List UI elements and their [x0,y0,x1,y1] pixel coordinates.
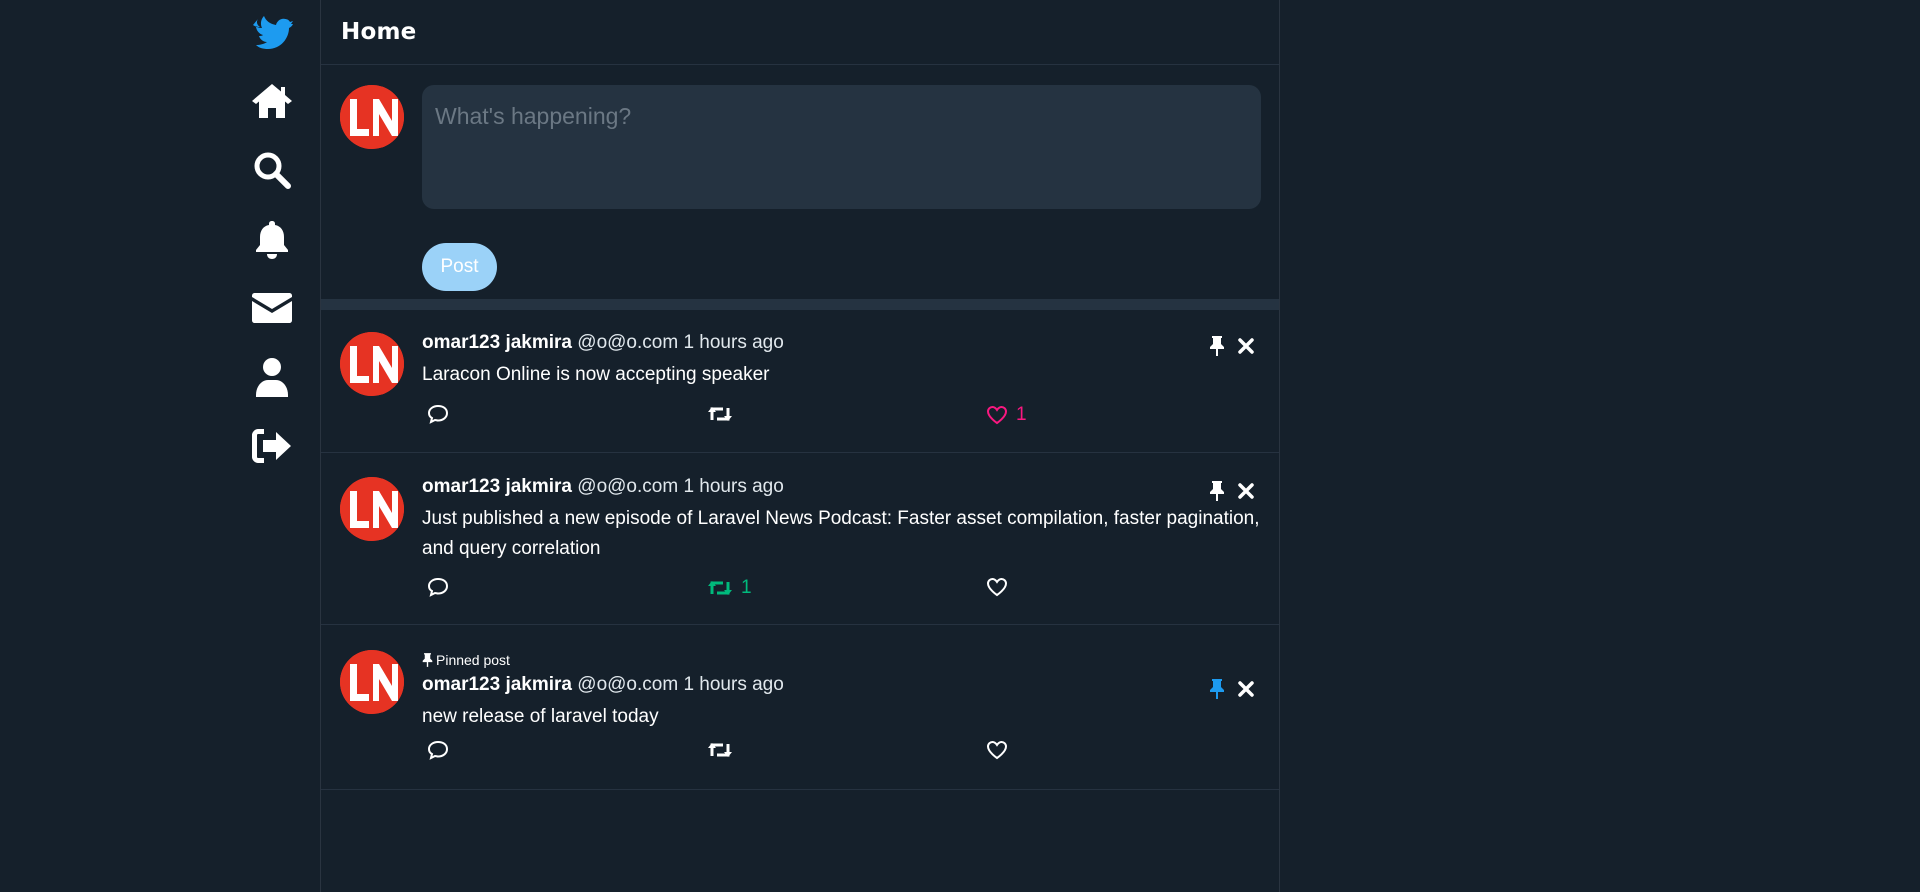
author-handle: @o@o.com [577,674,679,695]
retweet-button[interactable] [707,404,741,424]
laravel-news-logo-icon [340,650,404,714]
reply-button[interactable] [427,577,449,597]
sidebar-item-home[interactable] [244,73,300,129]
sidebar-item-explore[interactable] [244,142,300,198]
laravel-news-logo-icon [340,85,404,149]
heart-icon [986,740,1008,760]
laravel-news-logo-icon [340,477,404,541]
like-button[interactable] [986,577,1016,597]
comment-icon [427,404,449,424]
page-title: Home [341,19,417,45]
avatar [340,332,404,396]
envelope-icon [252,293,292,323]
delete-button[interactable] [1235,678,1257,700]
close-icon [1238,681,1254,697]
tweet-text: Just published a new episode of Laravel … [422,508,1260,559]
user-icon [256,358,288,397]
tweet-header: omar123 jakmira @o@o.com 1 hours ago [422,674,784,696]
comment-icon [427,577,449,597]
heart-icon [986,577,1008,597]
reply-button[interactable] [427,740,449,760]
post-button[interactable]: Post [422,243,497,291]
pin-button[interactable] [1206,335,1228,357]
like-button[interactable]: 1 [986,404,1027,426]
comment-icon [427,740,449,760]
tweet-time: 1 hours ago [683,476,784,497]
retweet-button[interactable] [707,740,741,760]
sidebar-nav [230,0,320,892]
close-icon [1238,483,1254,499]
tweet-header: omar123 jakmira @o@o.com 1 hours ago [422,332,784,354]
author-name[interactable]: omar123 jakmira [422,332,572,353]
tweet: omar123 jakmira @o@o.com 1 hours ago Lar… [321,310,1279,453]
tweet-text: new release of laravel today [422,706,659,727]
search-icon [254,152,291,189]
avatar [340,85,404,149]
reply-button[interactable] [427,404,449,424]
retweet-icon [708,407,732,421]
main-column: Home Post [320,0,1280,892]
tweet-feed: omar123 jakmira @o@o.com 1 hours ago Lar… [321,310,1279,790]
author-handle: @o@o.com [577,476,679,497]
avatar [340,650,404,714]
pin-icon [1210,679,1224,699]
laravel-news-logo-icon [340,332,404,396]
app-root: Home Post [0,0,1920,892]
avatar [340,477,404,541]
tweet-time: 1 hours ago [683,332,784,353]
close-icon [1238,338,1254,354]
tweet: omar123 jakmira @o@o.com 1 hours ago Jus… [321,453,1279,625]
retweet-icon [708,743,732,757]
like-count: 1 [1016,404,1027,425]
sidebar-item-logo[interactable] [244,5,300,61]
sidebar-item-profile[interactable] [244,349,300,405]
tweet-header: omar123 jakmira @o@o.com 1 hours ago [422,476,784,498]
bell-icon [256,221,288,259]
bird-icon [253,16,293,49]
pinned-label: Pinned post [436,652,510,668]
pin-icon [1210,481,1224,501]
sidebar-item-logout[interactable] [244,418,300,474]
tweet-composer: Post [321,65,1279,310]
like-button[interactable] [986,740,1016,760]
logout-icon [252,429,291,463]
tweet-pinned: Pinned post omar123 jakmira @o@o.com 1 h… [321,625,1279,790]
tweet-input[interactable] [422,85,1261,209]
unpin-button[interactable] [1206,678,1228,700]
sidebar-item-messages[interactable] [244,280,300,336]
heart-icon [986,405,1008,425]
pin-icon [422,653,433,667]
retweet-button[interactable]: 1 [707,577,752,599]
delete-button[interactable] [1235,335,1257,357]
author-name[interactable]: omar123 jakmira [422,674,572,695]
pin-button[interactable] [1206,480,1228,502]
tweet-time: 1 hours ago [683,674,784,695]
retweet-count: 1 [741,577,752,598]
author-name[interactable]: omar123 jakmira [422,476,572,497]
pinned-indicator: Pinned post [422,652,510,668]
pin-icon [1210,336,1224,356]
page-header: Home [321,0,1279,65]
tweet-text: Laracon Online is now accepting speaker [422,364,770,385]
sidebar-item-notifications[interactable] [244,211,300,267]
author-handle: @o@o.com [577,332,679,353]
delete-button[interactable] [1235,480,1257,502]
retweet-icon [708,581,732,595]
home-icon [252,84,292,118]
